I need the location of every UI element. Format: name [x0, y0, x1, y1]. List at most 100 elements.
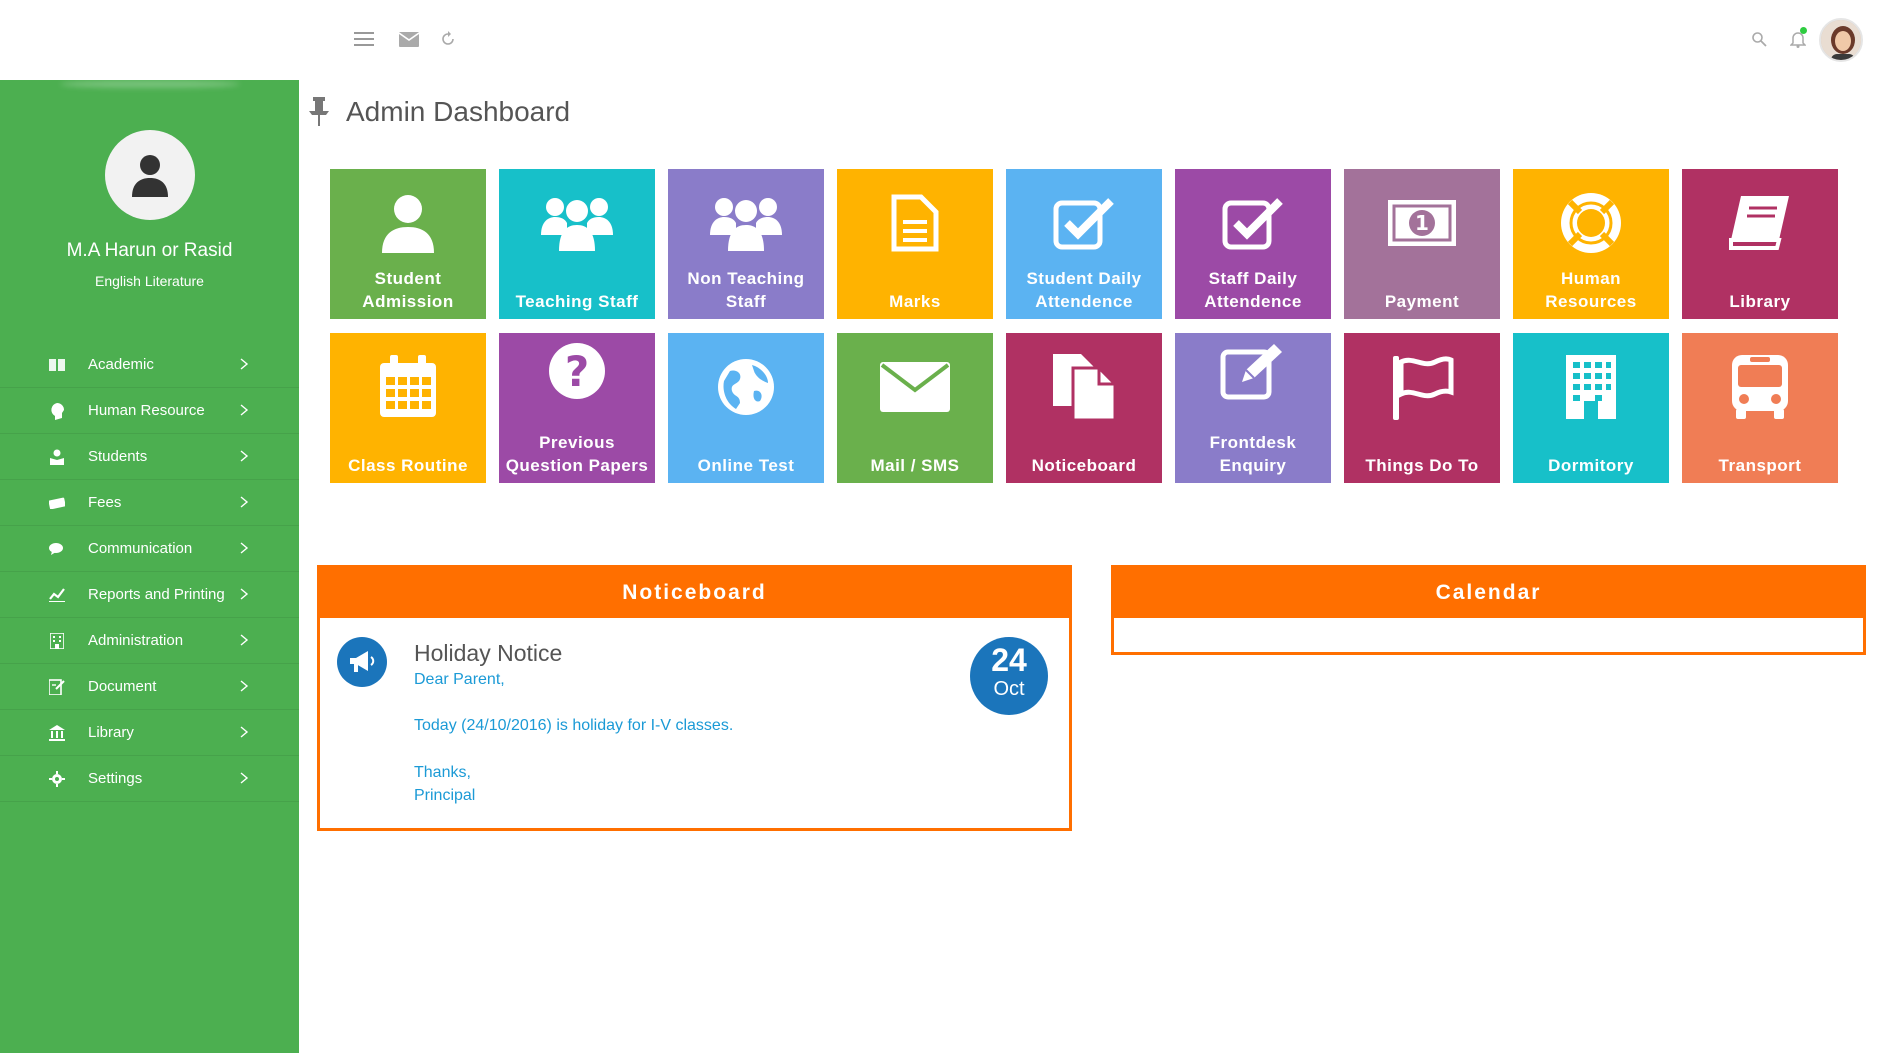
noticeboard-title: Noticeboard — [320, 568, 1069, 618]
sidebar-item-label: Reports and Printing — [88, 586, 225, 603]
tile-mail-sms[interactable]: Mail / SMS — [837, 333, 993, 483]
chevron-right-icon — [240, 542, 249, 554]
svg-text:1: 1 — [1415, 211, 1429, 235]
tile-class-routine[interactable]: Class Routine — [330, 333, 486, 483]
sidebar-item-document[interactable]: Document — [0, 664, 299, 710]
user-icon — [330, 183, 486, 263]
tile-label: Mail / SMS — [870, 456, 960, 475]
sidebar-item-administration[interactable]: Administration — [0, 618, 299, 664]
tile-staff-daily-attendence[interactable]: Staff Daily Attendence — [1175, 169, 1331, 319]
tile-online-test[interactable]: Online Test — [668, 333, 824, 483]
profile-name: M.A Harun or Rasid — [66, 240, 233, 261]
notice-signature: Principal — [414, 787, 476, 804]
refresh-icon[interactable] — [437, 28, 459, 50]
page-title: Admin Dashboard — [346, 96, 571, 127]
date-month: Oct — [993, 678, 1025, 700]
checkbox-icon — [1006, 183, 1162, 263]
menu-icon[interactable] — [353, 28, 375, 50]
notice-body: Today (24/10/2016) is holiday for I-V cl… — [414, 717, 734, 734]
tile-label: Library — [1729, 292, 1791, 311]
tile-things-do-to[interactable]: Things Do To — [1344, 333, 1500, 483]
document-icon — [48, 678, 66, 696]
notification-dot — [1800, 27, 1807, 34]
tile-label: Online Test — [697, 456, 795, 475]
sidebar-item-label: Academic — [88, 356, 154, 373]
building-icon — [48, 632, 66, 650]
tile-label: Dormitory — [1548, 456, 1634, 475]
user-silhouette-icon — [132, 155, 168, 197]
chevron-right-icon — [240, 358, 249, 370]
question-icon: ? — [499, 339, 655, 403]
sidebar-item-label: Settings — [88, 770, 143, 787]
tile-frontdesk-enquiry[interactable]: Frontdesk Enquiry — [1175, 333, 1331, 483]
tile-label: Transport — [1718, 456, 1802, 475]
chevron-right-icon — [240, 496, 249, 508]
calendar-icon — [330, 347, 486, 427]
sidebar-item-label: Students — [88, 448, 148, 465]
tile-library[interactable]: Library — [1682, 169, 1838, 319]
file-icon — [837, 183, 993, 263]
tile-label: Staff Daily Attendence — [1204, 269, 1302, 311]
tile-label: Previous Question Papers — [505, 433, 649, 475]
chevron-right-icon — [240, 726, 249, 738]
tile-student-admission[interactable]: Student Admission — [330, 169, 486, 319]
sidebar-item-library[interactable]: Library — [0, 710, 299, 756]
sidebar-menu: Academic Human Resource Students Fees Co… — [0, 342, 299, 802]
calendar-title: Calendar — [1114, 568, 1863, 618]
megaphone-icon — [337, 637, 387, 687]
calendar-panel: Calendar — [1111, 565, 1866, 655]
flag-icon — [1344, 347, 1500, 427]
tile-payment[interactable]: 1 Payment — [1344, 169, 1500, 319]
library-book-icon — [1682, 183, 1838, 263]
chart-icon — [48, 586, 66, 604]
group-icon — [499, 183, 655, 263]
tile-transport[interactable]: Transport — [1682, 333, 1838, 483]
tile-previous-question-papers[interactable]: ? Previous Question Papers — [499, 333, 655, 483]
tile-label: Teaching Staff — [515, 292, 639, 311]
sidebar-item-communication[interactable]: Communication — [0, 526, 299, 572]
tile-label: Frontdesk Enquiry — [1209, 433, 1297, 475]
chevron-right-icon — [240, 634, 249, 646]
sidebar-item-academic[interactable]: Academic — [0, 342, 299, 388]
sidebar-item-label: Document — [88, 678, 157, 695]
envelope-icon — [837, 347, 993, 427]
tile-marks[interactable]: Marks — [837, 169, 993, 319]
tile-non-teaching-staff[interactable]: Non Teaching Staff — [668, 169, 824, 319]
notice-title[interactable]: Holiday Notice — [414, 640, 562, 667]
user-avatar[interactable] — [1819, 18, 1863, 62]
sidebar-item-label: Communication — [88, 540, 193, 557]
sidebar-item-label: Human Resource — [88, 402, 205, 419]
tile-label: Marks — [889, 292, 941, 311]
sidebar-item-label: Library — [88, 724, 134, 741]
tile-label: Non Teaching Staff — [687, 269, 805, 311]
tile-label: Noticeboard — [1031, 456, 1137, 475]
sidebar: M.A Harun or Rasid English Literature Ac… — [0, 80, 299, 1053]
sidebar-item-settings[interactable]: Settings — [0, 756, 299, 802]
date-badge: 24 Oct — [970, 637, 1048, 715]
sidebar-shadow — [60, 80, 240, 88]
documents-icon — [1006, 347, 1162, 427]
mail-icon[interactable] — [398, 28, 420, 50]
page-header: Admin Dashboard — [306, 92, 570, 132]
pin-icon — [309, 97, 329, 126]
tile-label: Payment — [1384, 292, 1460, 311]
tile-noticeboard[interactable]: Noticeboard — [1006, 333, 1162, 483]
sidebar-item-human-resource[interactable]: Human Resource — [0, 388, 299, 434]
tile-human-resources[interactable]: Human Resources — [1513, 169, 1669, 319]
top-bar — [0, 0, 1879, 80]
money-bill-icon: 1 — [1344, 183, 1500, 263]
notice-greeting: Dear Parent, — [414, 671, 505, 688]
sidebar-item-students[interactable]: Students — [0, 434, 299, 480]
search-icon[interactable] — [1748, 28, 1770, 50]
gear-icon — [48, 770, 66, 788]
tile-teaching-staff[interactable]: Teaching Staff — [499, 169, 655, 319]
sidebar-item-fees[interactable]: Fees — [0, 480, 299, 526]
checkbox-icon — [1175, 183, 1331, 263]
institution-icon — [48, 724, 66, 742]
profile-avatar[interactable] — [105, 130, 195, 220]
tile-student-daily-attendence[interactable]: Student Daily Attendence — [1006, 169, 1162, 319]
edit-icon — [1175, 339, 1331, 403]
tile-dormitory[interactable]: Dormitory — [1513, 333, 1669, 483]
sidebar-item-reports[interactable]: Reports and Printing — [0, 572, 299, 618]
tile-label: Things Do To — [1365, 456, 1479, 475]
